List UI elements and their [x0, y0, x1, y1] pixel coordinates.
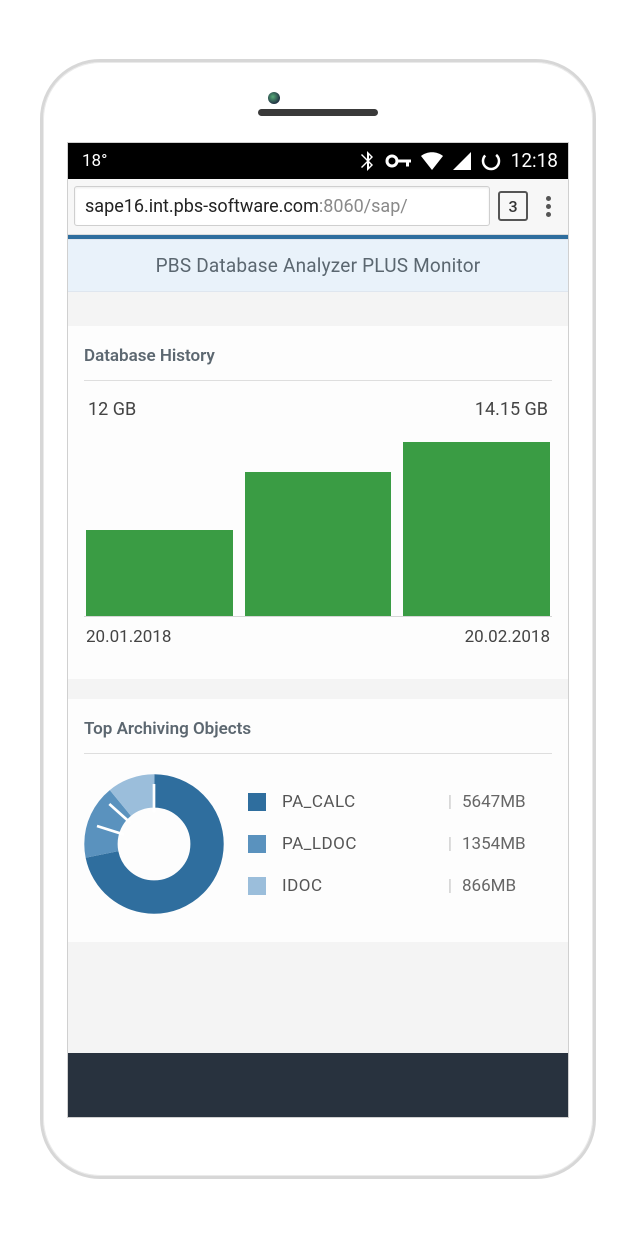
history-left-label: 12 GB — [88, 399, 136, 420]
history-end-date: 20.02.2018 — [465, 627, 550, 647]
legend-label-pa-calc: PA_CALC — [282, 792, 438, 812]
history-title: Database History — [84, 346, 552, 381]
archiving-title: Top Archiving Objects — [84, 719, 552, 754]
phone-top — [61, 84, 575, 142]
history-top-labels: 12 GB 14.15 GB — [84, 391, 552, 424]
history-right-label: 14.15 GB — [475, 399, 548, 420]
phone-frame: 18° 12:18 sape16.int.pbs-software.com:80… — [40, 59, 596, 1179]
history-bar-chart: 12 GB 14.15 GB 20.01.2018 20.02.2018 — [84, 391, 552, 651]
legend-row-pa-calc: PA_CALC | 5647MB — [248, 792, 552, 812]
tab-count-value: 3 — [508, 197, 517, 216]
legend-label-pa-ldoc: PA_LDOC — [282, 834, 438, 854]
legend-val-pa-ldoc: 1354MB — [462, 834, 552, 854]
swatch-idoc — [248, 877, 266, 895]
key-icon — [385, 154, 411, 168]
overflow-menu-icon[interactable] — [536, 196, 560, 217]
android-status-bar: 18° 12:18 — [68, 143, 568, 179]
front-camera-icon — [268, 92, 280, 104]
phone-screen: 18° 12:18 sape16.int.pbs-software.com:80… — [67, 142, 569, 1118]
history-bar-2 — [245, 472, 392, 616]
legend-row-idoc: IDOC | 866MB — [248, 876, 552, 896]
tab-count-button[interactable]: 3 — [498, 191, 528, 221]
swatch-pa-ldoc — [248, 835, 266, 853]
history-bottom-labels: 20.01.2018 20.02.2018 — [84, 627, 552, 647]
url-bar[interactable]: sape16.int.pbs-software.com:8060/sap/ — [74, 186, 490, 226]
page-footer — [68, 1053, 568, 1117]
section-database-history: Database History 12 GB 14.15 GB 20.01.20… — [68, 326, 568, 679]
history-start-date: 20.01.2018 — [86, 627, 171, 647]
bluetooth-icon — [359, 151, 375, 171]
legend-sep: | — [438, 792, 462, 812]
history-bar-3 — [403, 442, 550, 616]
cell-icon — [453, 152, 471, 170]
status-temperature: 18° — [82, 151, 107, 171]
legend-sep: | — [438, 834, 462, 854]
status-clock: 12:18 — [511, 149, 558, 172]
status-right-icons: 12:18 — [359, 149, 558, 172]
wifi-icon — [421, 152, 443, 170]
swatch-pa-calc — [248, 793, 266, 811]
section-archiving: Top Archiving Objects — [68, 699, 568, 942]
legend-val-pa-calc: 5647MB — [462, 792, 552, 812]
loading-icon — [481, 151, 501, 171]
history-bar-1 — [86, 530, 233, 615]
legend-val-idoc: 866MB — [462, 876, 552, 896]
archiving-donut-chart — [84, 774, 224, 914]
page-title: PBS Database Analyzer PLUS Monitor — [68, 239, 568, 292]
url-rest: :8060/sap/ — [319, 196, 408, 217]
url-host: sape16.int.pbs-software.com — [85, 196, 319, 217]
history-bars — [84, 427, 552, 617]
legend-label-idoc: IDOC — [282, 876, 438, 896]
archiving-legend: PA_CALC | 5647MB PA_LDOC | 1354MB — [248, 792, 552, 896]
phone-speaker — [258, 109, 378, 116]
browser-toolbar: sape16.int.pbs-software.com:8060/sap/ 3 — [68, 179, 568, 235]
legend-row-pa-ldoc: PA_LDOC | 1354MB — [248, 834, 552, 854]
legend-sep: | — [438, 876, 462, 896]
page-content: PBS Database Analyzer PLUS Monitor Datab… — [68, 235, 568, 1117]
